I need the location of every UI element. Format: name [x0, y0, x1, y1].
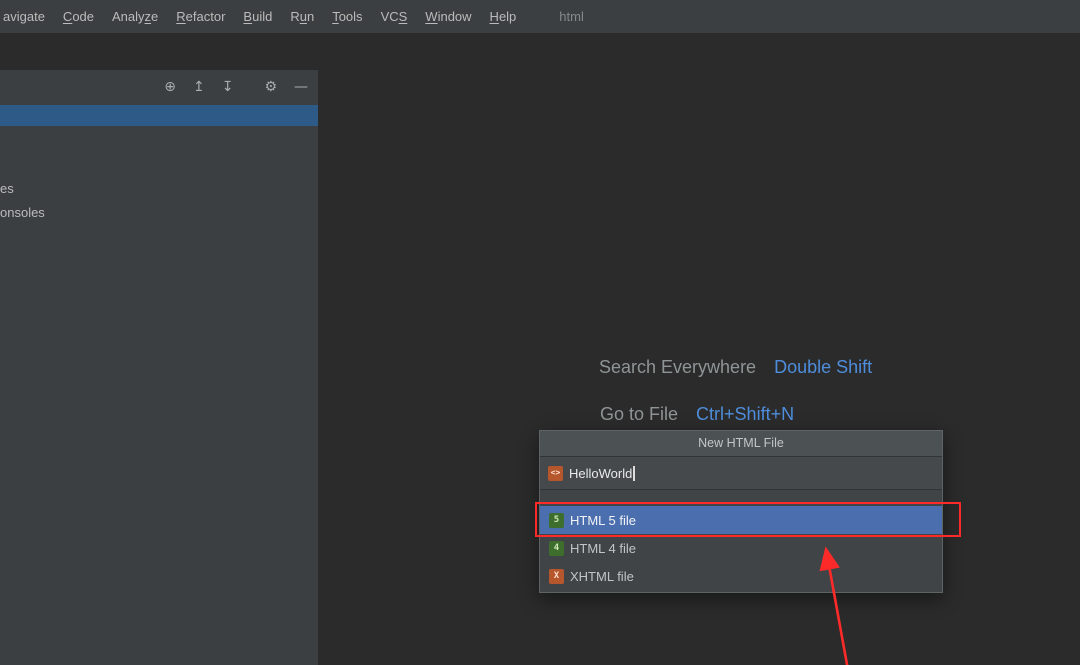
file-type-label: HTML 5 file — [570, 512, 636, 528]
tree-item[interactable]: es — [0, 181, 14, 196]
window-title: html — [559, 9, 584, 24]
tree-item[interactable]: onsoles — [0, 205, 45, 220]
html5-file-icon: 5 — [549, 512, 564, 528]
menu-item[interactable]: Code — [54, 0, 103, 33]
file-type-option[interactable]: 5 HTML 5 file — [540, 506, 942, 534]
filename-value: HelloWorld — [569, 465, 633, 481]
collapse-all-icon[interactable]: ↧ — [222, 80, 234, 94]
menu-bar-items: avigate Code Analyze Refactor Build Run Tools V… — [0, 0, 525, 33]
menu-item[interactable]: Build — [234, 0, 281, 33]
shortcut-key: Ctrl+Shift+N — [696, 404, 795, 424]
file-type-label: XHTML file — [570, 568, 634, 584]
menu-item[interactable]: Window — [416, 0, 480, 33]
shortcut-label: Go to File — [600, 404, 679, 424]
shortcut-key: Double Shift — [774, 357, 873, 377]
text-caret — [633, 465, 635, 481]
html-file-icon: <> — [548, 465, 563, 481]
file-type-option[interactable]: X XHTML file — [540, 562, 942, 590]
menu-item[interactable]: avigate — [0, 0, 54, 33]
menu-bar: avigate Code Analyze Refactor Build Run Tools V… — [0, 0, 1080, 33]
file-type-list: 5 HTML 5 file 4 HTML 4 file X XHTML file — [540, 506, 942, 592]
expand-all-icon[interactable]: ↥ — [193, 80, 205, 94]
settings-gear-icon[interactable]: ⚙ — [264, 80, 277, 94]
ide-window: avigate Code Analyze Refactor Build Run Tools V… — [0, 0, 1080, 665]
file-type-option[interactable]: 4 HTML 4 file — [540, 534, 942, 562]
xhtml-file-icon: X — [549, 568, 564, 584]
menu-item[interactable]: Run — [281, 0, 323, 33]
shortcut-goto-file: Go to File Ctrl+Shift+N — [600, 404, 794, 425]
project-toolbar: ⊕ ↥ ↧ ⚙ — — [0, 70, 318, 103]
html4-file-icon: 4 — [549, 540, 564, 556]
file-type-label: HTML 4 file — [570, 540, 636, 556]
project-panel: ⊕ ↥ ↧ ⚙ — es onsoles — [0, 70, 319, 665]
hide-panel-icon[interactable]: — — [294, 80, 308, 94]
menu-item[interactable]: Tools — [323, 0, 371, 33]
dialog-title: New HTML File — [540, 431, 942, 457]
filename-input[interactable]: <> HelloWorld — [540, 457, 942, 490]
shortcut-label: Search Everywhere — [599, 357, 757, 377]
menu-item[interactable]: Analyze — [103, 0, 167, 33]
shortcut-search-everywhere: Search Everywhere Double Shift — [599, 357, 872, 378]
locate-file-icon[interactable]: ⊕ — [164, 80, 176, 94]
menu-item[interactable]: Refactor — [167, 0, 234, 33]
new-html-file-dialog: New HTML File <> HelloWorld 5 HTML 5 file… — [539, 430, 943, 593]
menu-item[interactable]: VCS — [372, 0, 417, 33]
project-selected-row[interactable] — [0, 105, 318, 126]
menu-item[interactable]: Help — [481, 0, 526, 33]
